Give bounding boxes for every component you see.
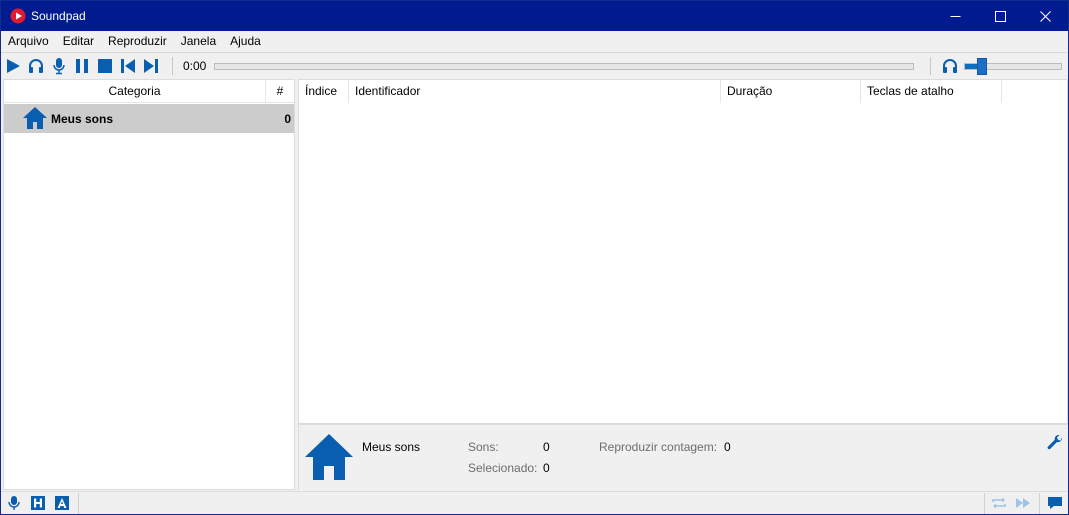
headphones-icon [29, 59, 43, 73]
chat-icon[interactable] [1047, 495, 1063, 511]
title-bar[interactable]: Soundpad [1, 1, 1068, 31]
sounds-label: Sons: [468, 440, 499, 454]
minimize-icon [950, 15, 960, 17]
category-panel: Categoria # Meus sons 0 [3, 79, 295, 490]
column-teclas-de-atalho[interactable]: Teclas de atalho [861, 80, 1002, 103]
next-button[interactable] [142, 57, 160, 75]
status-separator [984, 493, 985, 514]
close-button[interactable] [1022, 1, 1068, 31]
sound-list[interactable]: Índice Identificador Duração Teclas de a… [298, 79, 1068, 424]
sounds-value: 0 [543, 440, 550, 454]
sound-list-header: Índice Identificador Duração Teclas de a… [299, 80, 1067, 103]
a-icon[interactable] [54, 495, 70, 511]
microphone-icon [53, 58, 65, 75]
category-header: Categoria # [4, 80, 294, 103]
play-to-microphone-button[interactable] [50, 57, 68, 75]
home-icon [23, 107, 47, 129]
menu-editar[interactable]: Editar [56, 31, 101, 52]
status-separator [78, 493, 79, 514]
play-count-label: Reproduzir contagem: [599, 440, 718, 454]
category-column-header[interactable]: Categoria [4, 80, 266, 103]
play-button[interactable] [4, 57, 22, 75]
pause-icon [76, 59, 88, 73]
maximize-button[interactable] [977, 1, 1023, 31]
play-count-value: 0 [724, 440, 731, 454]
menu-reproduzir[interactable]: Reproduzir [101, 31, 174, 52]
category-row[interactable]: Meus sons 0 [4, 104, 294, 133]
time-display: 0:00 [183, 59, 207, 73]
column-identificador[interactable]: Identificador [349, 80, 721, 103]
toolbar: 0:00 [1, 52, 1068, 78]
h-icon[interactable] [30, 495, 46, 511]
category-info-panel: Meus sons Sons: 0 Selecionado: 0 Reprodu… [298, 424, 1068, 490]
soundpad-app-icon [10, 8, 26, 24]
menu-bar: Arquivo Editar Reproduzir Janela Ajuda [1, 31, 1068, 52]
headphones-icon [943, 59, 957, 73]
category-label: Meus sons [51, 112, 114, 126]
stop-icon [98, 59, 112, 73]
status-bar [1, 491, 1068, 514]
home-icon [305, 434, 353, 480]
volume-slider-thumb[interactable] [977, 58, 987, 75]
count-column-header[interactable]: # [266, 80, 294, 103]
category-count: 0 [284, 112, 291, 126]
repeat-icon[interactable] [991, 495, 1007, 511]
selected-label: Selecionado: [468, 461, 538, 475]
toolbar-separator [930, 57, 931, 75]
soundpad-window: Soundpad Arquivo Editar Reproduzir Janel… [0, 0, 1069, 515]
play-to-speakers-button[interactable] [27, 57, 45, 75]
previous-icon [121, 59, 135, 73]
microphone-icon[interactable] [6, 495, 22, 511]
maximize-icon [994, 10, 1006, 22]
pause-button[interactable] [73, 57, 91, 75]
status-separator [1039, 493, 1040, 514]
minimize-button[interactable] [932, 1, 978, 31]
column-indice[interactable]: Índice [299, 80, 349, 103]
info-category-name: Meus sons [362, 440, 421, 454]
close-icon [1039, 10, 1051, 22]
volume-headphones-button[interactable] [941, 57, 959, 75]
menu-ajuda[interactable]: Ajuda [223, 31, 268, 52]
seek-bar[interactable] [214, 63, 914, 70]
window-title: Soundpad [31, 9, 86, 23]
previous-button[interactable] [119, 57, 137, 75]
play-icon [7, 59, 20, 73]
menu-arquivo[interactable]: Arquivo [1, 31, 56, 52]
wrench-icon[interactable] [1046, 434, 1064, 452]
fast-forward-icon[interactable] [1015, 495, 1031, 511]
menu-janela[interactable]: Janela [174, 31, 223, 52]
toolbar-separator [172, 57, 173, 75]
stop-button[interactable] [96, 57, 114, 75]
column-duracao[interactable]: Duração [721, 80, 861, 103]
next-icon [144, 59, 158, 73]
selected-value: 0 [543, 461, 550, 475]
